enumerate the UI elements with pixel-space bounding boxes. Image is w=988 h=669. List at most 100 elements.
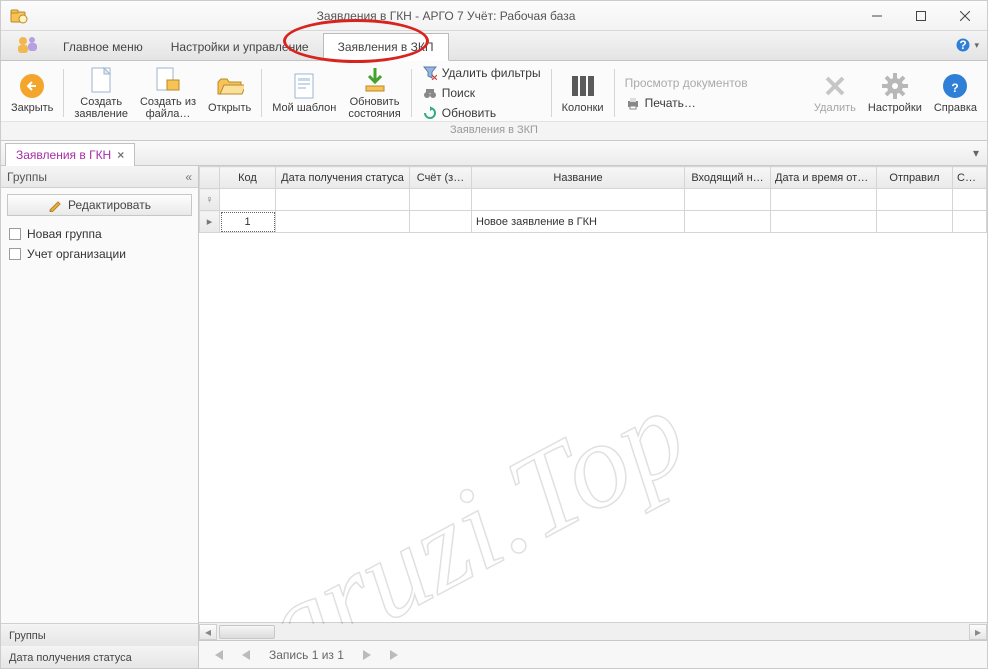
bottombar-status-date[interactable]: Дата получения статуса <box>1 646 198 668</box>
cell-code[interactable]: 1 <box>220 211 276 233</box>
scroll-right-icon[interactable]: ▸ <box>969 624 987 640</box>
help-icon: ? <box>956 38 972 54</box>
svg-text:?: ? <box>952 81 959 95</box>
horizontal-scrollbar[interactable]: ◂ ▸ <box>199 622 987 640</box>
cell-sent-by[interactable] <box>877 211 953 233</box>
app-button[interactable] <box>5 30 49 60</box>
grid-header: Код Дата получения статуса Счёт (з… Назв… <box>199 166 987 233</box>
tab-dropdown[interactable]: ▾ <box>965 141 987 165</box>
col-state[interactable]: Со… <box>953 167 987 189</box>
checkbox[interactable] <box>9 228 21 240</box>
filter-indicator-icon[interactable]: ♀ <box>200 189 220 211</box>
filter-cell[interactable] <box>410 189 472 211</box>
filter-cell[interactable] <box>685 189 771 211</box>
refresh-icon <box>422 105 438 121</box>
checkbox[interactable] <box>9 248 21 260</box>
minimize-button[interactable] <box>855 1 899 31</box>
svg-text:?: ? <box>960 38 967 52</box>
menu-settings[interactable]: Настройки и управление <box>157 34 323 60</box>
header-row: Код Дата получения статуса Счёт (з… Назв… <box>200 167 987 189</box>
cell-status-date[interactable] <box>276 211 410 233</box>
document-tab-strip: Заявления в ГКН × ▾ <box>1 141 987 166</box>
tab-close-icon[interactable]: × <box>117 148 124 162</box>
refresh-statuses-button[interactable]: Обновить состояния <box>342 65 406 121</box>
help-button[interactable]: ? Справка <box>928 65 983 121</box>
filter-row: ♀ <box>200 189 987 211</box>
data-row[interactable]: ▸ 1 Новое заявление в ГКН <box>200 211 987 233</box>
binoculars-icon <box>422 85 438 101</box>
print-button[interactable]: Печать… <box>625 94 748 112</box>
nav-first-button[interactable] <box>207 645 229 665</box>
close-tab-icon <box>18 72 46 100</box>
bottombar-groups[interactable]: Группы <box>1 624 198 646</box>
ribbon-group-label: Заявления в ЗКП <box>1 121 987 140</box>
col-incoming[interactable]: Входящий н… <box>685 167 771 189</box>
col-status-date[interactable]: Дата получения статуса <box>276 167 410 189</box>
tree-item-org-account[interactable]: Учет организации <box>9 244 190 264</box>
record-navigator: Запись 1 из 1 <box>199 640 987 668</box>
collapse-panel-icon[interactable]: « <box>185 170 192 184</box>
delete-button: Удалить <box>808 65 862 121</box>
pencil-icon <box>48 198 62 212</box>
filter-cell[interactable] <box>220 189 276 211</box>
grid-body[interactable] <box>199 233 987 622</box>
tree-item-new-group[interactable]: Новая группа <box>9 224 190 244</box>
data-grid: Код Дата получения статуса Счёт (з… Назв… <box>199 166 987 668</box>
template-icon <box>290 72 318 100</box>
folder-icon <box>9 6 29 26</box>
row-indicator-icon: ▸ <box>200 211 220 233</box>
menu-main[interactable]: Главное меню <box>49 34 157 60</box>
view-documents-button: Просмотр документов <box>625 74 748 92</box>
filter-cell[interactable] <box>276 189 410 211</box>
menu-zayavleniya[interactable]: Заявления в ЗКП <box>323 33 449 61</box>
funnel-remove-icon <box>422 65 438 81</box>
document-tab[interactable]: Заявления в ГКН × <box>5 143 135 166</box>
cell-account[interactable] <box>410 211 472 233</box>
side-panel: Группы « Редактировать Новая группа Учет… <box>1 166 199 668</box>
edit-groups-button[interactable]: Редактировать <box>7 194 192 216</box>
window-title: Заявления в ГКН - АРГО 7 Учёт: Рабочая б… <box>37 9 855 23</box>
workspace: Группы « Редактировать Новая группа Учет… <box>1 166 987 668</box>
filter-cell[interactable] <box>771 189 877 211</box>
refresh-button[interactable]: Обновить <box>422 104 541 122</box>
filter-cell[interactable] <box>877 189 953 211</box>
help-dropdown[interactable]: ? ▾ <box>948 31 987 60</box>
search-button[interactable]: Поиск <box>422 84 541 102</box>
cell-incoming[interactable] <box>685 211 771 233</box>
col-code[interactable]: Код <box>220 167 276 189</box>
remove-filters-button[interactable]: Удалить фильтры <box>422 64 541 82</box>
groups-header: Группы « <box>1 166 198 188</box>
create-button[interactable]: Создать заявление <box>68 65 134 121</box>
filter-cell[interactable] <box>472 189 685 211</box>
close-button[interactable] <box>943 1 987 31</box>
system-menu[interactable] <box>1 1 37 31</box>
cell-name[interactable]: Новое заявление в ГКН <box>472 211 685 233</box>
print-icon <box>625 95 641 111</box>
col-account[interactable]: Счёт (з… <box>410 167 472 189</box>
nav-prev-button[interactable] <box>235 645 257 665</box>
create-from-file-button[interactable]: Создать из файла… <box>134 65 202 121</box>
close-tab-button[interactable]: Закрыть <box>5 65 59 121</box>
cell-state[interactable] <box>953 211 987 233</box>
my-template-button[interactable]: Мой шаблон <box>266 65 342 121</box>
settings-button[interactable]: Настройки <box>862 65 928 121</box>
col-name[interactable]: Название <box>472 167 685 189</box>
columns-icon <box>569 72 597 100</box>
scroll-left-icon[interactable]: ◂ <box>199 624 217 640</box>
col-send-date[interactable]: Дата и время отп… <box>771 167 877 189</box>
columns-button[interactable]: Колонки <box>556 65 610 121</box>
groups-tree: Новая группа Учет организации <box>1 222 198 623</box>
menubar: Главное меню Настройки и управление Заяв… <box>1 31 987 61</box>
record-text: Запись 1 из 1 <box>263 648 350 662</box>
people-icon <box>13 33 41 57</box>
col-sent-by[interactable]: Отправил <box>877 167 953 189</box>
help-icon: ? <box>941 72 969 100</box>
delete-icon <box>821 72 849 100</box>
cell-send-date[interactable] <box>771 211 877 233</box>
maximize-button[interactable] <box>899 1 943 31</box>
scroll-thumb[interactable] <box>219 625 275 639</box>
open-button[interactable]: Открыть <box>202 65 257 121</box>
nav-next-button[interactable] <box>356 645 378 665</box>
nav-last-button[interactable] <box>384 645 406 665</box>
filter-cell[interactable] <box>953 189 987 211</box>
